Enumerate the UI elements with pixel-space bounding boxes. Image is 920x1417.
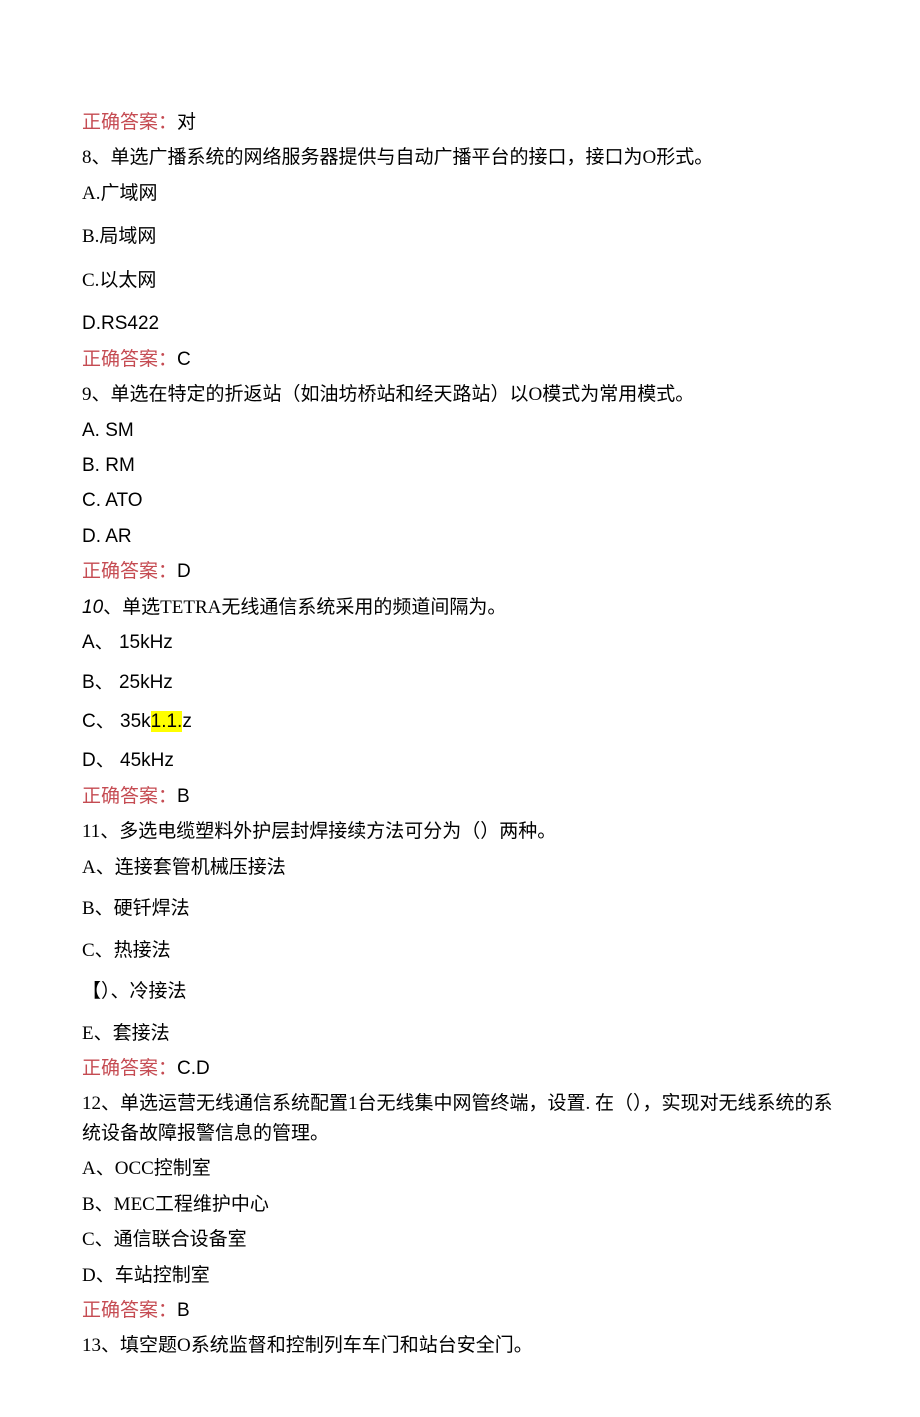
q12-option-c: C、通信联合设备室 bbox=[82, 1225, 838, 1254]
q11-option-a: A、连接套管机械压接法 bbox=[82, 853, 838, 882]
q9-answer-line: 正确答案：D bbox=[82, 557, 838, 586]
q11-option-c: C、热接法 bbox=[82, 936, 838, 965]
q11-answer-line: 正确答案：C.D bbox=[82, 1054, 838, 1083]
q12-option-d: D、车站控制室 bbox=[82, 1261, 838, 1290]
q9-option-a: A. SM bbox=[82, 416, 838, 445]
q12-answer-value: B bbox=[177, 1300, 190, 1321]
q11-option-e: E、套接法 bbox=[82, 1019, 838, 1048]
q10-c-pre: C、 35k bbox=[82, 711, 151, 732]
q8-option-c: C.以太网 bbox=[82, 266, 838, 295]
q8-option-a: A.广域网 bbox=[82, 179, 838, 208]
q9-prompt: 9、单选在特定的折返站（如油坊桥站和经天路站）以O模式为常用模式。 bbox=[82, 380, 838, 409]
answer-label: 正确答案： bbox=[82, 561, 177, 582]
q7-answer-line: 正确答案：对 bbox=[82, 108, 838, 137]
q10-answer-value: B bbox=[177, 786, 190, 807]
q10-answer-line: 正确答案：B bbox=[82, 782, 838, 811]
q8-answer-value: C bbox=[177, 349, 191, 370]
q8-prompt: 8、单选广播系统的网络服务器提供与自动广播平台的接口，接口为O形式。 bbox=[82, 143, 838, 172]
q10-number: 10 bbox=[82, 597, 103, 618]
q10-prompt: 10、单选TETRA无线通信系统采用的频道间隔为。 bbox=[82, 593, 838, 622]
q13-prompt: 13、填空题O系统监督和控制列车车门和站台安全门。 bbox=[82, 1331, 838, 1360]
q9-option-b: B. RM bbox=[82, 451, 838, 480]
q11-answer-value: C.D bbox=[177, 1058, 210, 1079]
document-page: 正确答案：对 8、单选广播系统的网络服务器提供与自动广播平台的接口，接口为O形式… bbox=[0, 0, 920, 1417]
q9-option-c: C. ATO bbox=[82, 486, 838, 515]
q10-option-a: A、 15kHz bbox=[82, 628, 838, 657]
q8-answer-line: 正确答案：C bbox=[82, 345, 838, 374]
answer-label: 正确答案： bbox=[82, 786, 177, 807]
q12-prompt: 12、单选运营无线通信系统配置1台无线集中网管终端，设置. 在（），实现对无线系… bbox=[82, 1089, 838, 1148]
q7-answer-value: 对 bbox=[177, 112, 196, 133]
q9-answer-value: D bbox=[177, 561, 191, 582]
answer-label: 正确答案： bbox=[82, 1058, 177, 1079]
q11-option-d: 【）、冷接法 bbox=[82, 977, 838, 1006]
answer-label: 正确答案： bbox=[82, 349, 177, 370]
q11-option-b: B、硬钎焊法 bbox=[82, 894, 838, 923]
q9-option-d: D. AR bbox=[82, 522, 838, 551]
q12-option-a: A、OCC控制室 bbox=[82, 1154, 838, 1183]
q8-option-d: D.RS422 bbox=[82, 309, 838, 338]
q10-option-b: B、 25kHz bbox=[82, 668, 838, 697]
q10-option-c: C、 35k1.1.z bbox=[82, 707, 838, 736]
q10-c-highlight: 1.1. bbox=[151, 711, 183, 732]
q11-prompt: 11、多选电缆塑料外护层封焊接续方法可分为（）两种。 bbox=[82, 817, 838, 846]
q10-option-d: D、 45kHz bbox=[82, 746, 838, 775]
answer-label: 正确答案： bbox=[82, 1300, 177, 1321]
answer-label: 正确答案： bbox=[82, 112, 177, 133]
q12-answer-line: 正确答案：B bbox=[82, 1296, 838, 1325]
q10-c-post: z bbox=[182, 711, 192, 732]
q8-option-b: B.局域网 bbox=[82, 222, 838, 251]
q10-prompt-rest: 、单选TETRA无线通信系统采用的频道间隔为。 bbox=[103, 597, 506, 618]
q12-option-b: B、MEC工程维护中心 bbox=[82, 1190, 838, 1219]
